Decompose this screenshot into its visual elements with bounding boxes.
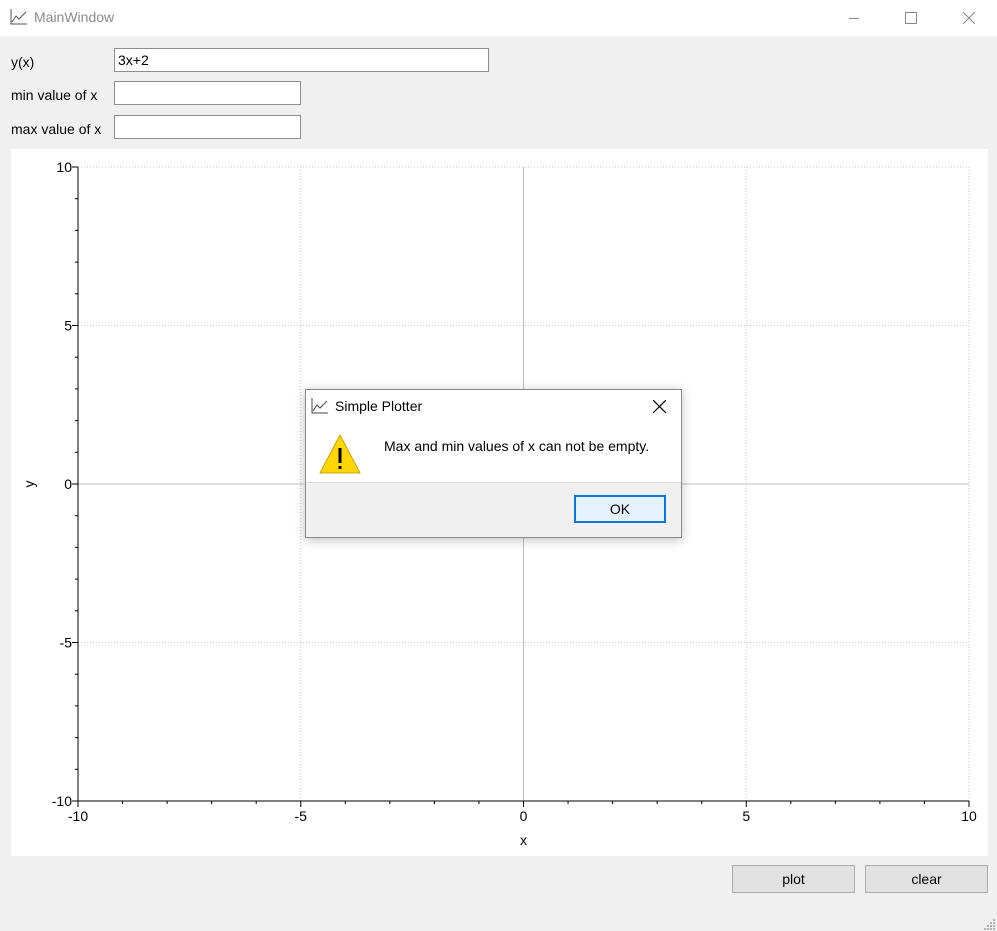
close-icon <box>652 399 666 413</box>
maximize-icon <box>905 12 917 24</box>
y-tick-label: 5 <box>64 318 72 334</box>
y-tick-label: 10 <box>56 159 72 175</box>
function-label: y(x) <box>11 54 35 70</box>
x-axis-label: x <box>520 832 527 848</box>
function-input[interactable] <box>114 48 489 72</box>
y-tick-label: 0 <box>64 476 72 492</box>
y-axis-label: y <box>21 481 37 488</box>
y-tick-label: -10 <box>52 793 72 809</box>
warning-dialog: Simple Plotter Max and min values of x c… <box>305 389 682 538</box>
resize-grip-icon[interactable] <box>984 918 996 930</box>
close-button[interactable] <box>940 0 997 36</box>
ok-button[interactable]: OK <box>574 495 666 523</box>
dialog-title-bar: Simple Plotter <box>306 390 681 422</box>
x-tick-label: -5 <box>295 808 308 824</box>
plot-button[interactable]: plot <box>732 865 855 893</box>
y-tick-label: -5 <box>60 635 73 651</box>
x-tick-label: 0 <box>520 808 528 824</box>
chart-line-icon <box>311 398 328 414</box>
clear-button[interactable]: clear <box>865 865 988 893</box>
title-bar: MainWindow <box>0 0 997 36</box>
minimize-icon <box>849 18 859 19</box>
chart-line-icon <box>10 9 27 25</box>
x-tick-label: 5 <box>742 808 750 824</box>
maximize-button[interactable] <box>882 0 940 36</box>
dialog-close-button[interactable] <box>644 392 674 420</box>
min-x-label: min value of x <box>11 87 98 103</box>
dialog-body: Max and min values of x can not be empty… <box>306 422 681 483</box>
dialog-title: Simple Plotter <box>335 398 423 414</box>
max-x-label: max value of x <box>11 121 102 137</box>
x-tick-label: 10 <box>961 808 977 824</box>
dialog-message: Max and min values of x can not be empty… <box>384 438 650 454</box>
warning-icon <box>319 434 361 474</box>
max-x-input[interactable] <box>114 115 301 139</box>
window-title: MainWindow <box>34 9 115 25</box>
minimize-button[interactable] <box>825 0 883 36</box>
close-icon <box>963 12 975 24</box>
min-x-input[interactable] <box>114 81 301 105</box>
x-tick-label: -10 <box>68 808 88 824</box>
